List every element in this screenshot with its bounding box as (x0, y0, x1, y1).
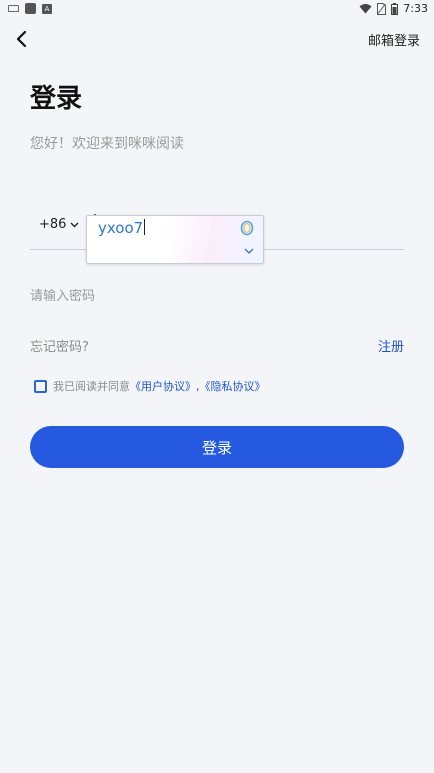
autofill-suggestion-popup[interactable]: yxoo7 (86, 215, 264, 264)
agreement-row: 我已阅读并同意 《用户协议》 , 《隐私协议》 (34, 378, 266, 394)
login-button[interactable]: 登录 (30, 426, 404, 468)
status-time: 7:33 (403, 2, 428, 15)
page-title: 登录 (30, 84, 83, 114)
text-caret (144, 219, 146, 235)
agreement-prefix: 我已阅读并同意 (53, 380, 130, 393)
no-sim-icon (377, 2, 387, 15)
autofill-suggestion-text: yxoo7 (98, 219, 144, 237)
password-input[interactable]: 请输入密码 (30, 285, 404, 304)
forgot-password-link[interactable]: 忘记密码? (30, 336, 89, 355)
assistant-icon[interactable] (239, 220, 255, 236)
user-agreement-link[interactable]: 《用户协议》 (130, 378, 196, 394)
chevron-down-icon (70, 222, 79, 227)
autofill-suggestion[interactable]: yxoo7 (98, 219, 146, 237)
country-code-label: +86 (39, 217, 67, 232)
register-link[interactable]: 注册 (378, 336, 404, 355)
agreement-checkbox[interactable] (34, 379, 47, 393)
status-right-icons: 7:33 (359, 2, 428, 15)
keyboard-icon (8, 5, 19, 12)
status-bar: A 7:33 (0, 0, 434, 18)
accessibility-icon: A (42, 3, 52, 14)
privacy-policy-link[interactable]: 《隐私协议》 (200, 378, 266, 394)
notification-icon (25, 3, 36, 14)
battery-icon (391, 2, 399, 15)
back-button[interactable] (12, 28, 34, 50)
country-code-selector[interactable]: +86 (39, 217, 79, 232)
wifi-icon (359, 4, 372, 14)
email-login-link[interactable]: 邮箱登录 (368, 30, 420, 49)
welcome-subtitle: 您好！欢迎来到咪咪阅读 (30, 136, 184, 152)
expand-chevron-icon[interactable] (243, 247, 255, 255)
status-left-icons: A (8, 3, 52, 14)
back-arrow-icon (16, 30, 27, 48)
